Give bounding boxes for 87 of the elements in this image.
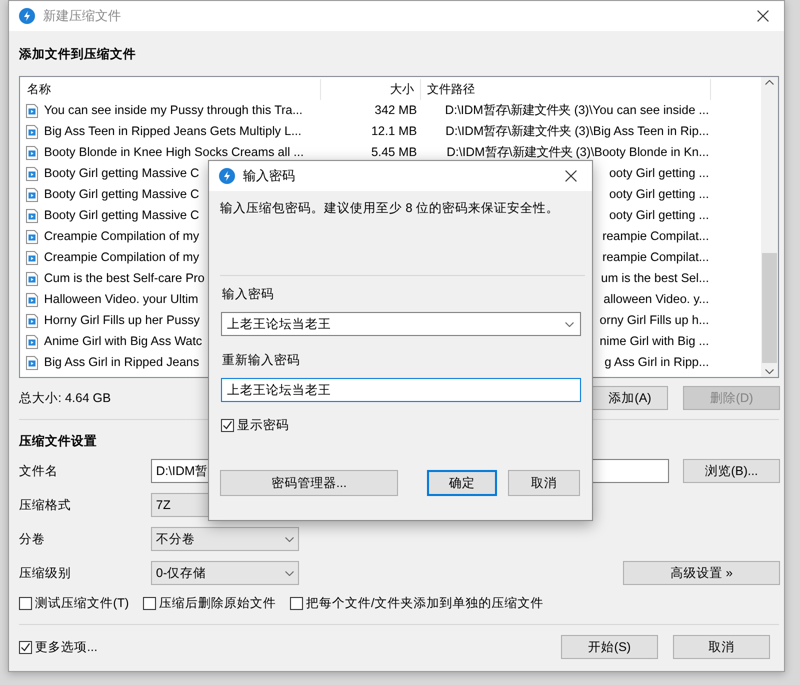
checkbox[interactable] — [290, 596, 303, 610]
setting-label: 压缩格式 — [19, 498, 72, 512]
cancel-button[interactable]: 取消 — [673, 635, 770, 659]
checkbox[interactable] — [19, 640, 32, 654]
setting-label: 压缩级别 — [19, 566, 72, 580]
close-icon — [565, 170, 577, 182]
dropdown[interactable]: 0-仅存储 — [151, 561, 299, 585]
file-name-cell: You can see inside my Pussy through this Tra... — [44, 103, 303, 118]
file-path-cell: alloween Video. y... — [603, 292, 709, 307]
video-file-icon — [26, 166, 38, 180]
video-file-icon — [26, 146, 38, 160]
password-manager-button[interactable]: 密码管理器... — [220, 470, 398, 496]
ok-button[interactable]: 确定 — [427, 470, 497, 496]
caret-icon — [285, 570, 294, 576]
file-name-cell: Booty Girl getting Massive C — [44, 208, 200, 223]
file-path-cell: D:\IDM暂存\新建文件夹 (3)\Big Ass Teen in Rip... — [445, 124, 709, 139]
checkbox-label: 压缩后删除原始文件 — [158, 596, 276, 610]
file-name-cell: Booty Girl getting Massive C — [44, 187, 200, 202]
setting-label: 分卷 — [19, 532, 46, 546]
file-path-cell: um is the best Sel... — [601, 271, 709, 286]
file-name-cell: Anime Girl with Big Ass Watc — [44, 334, 202, 349]
total-size-text: 总大小: 4.64 GB — [19, 390, 111, 406]
file-name-cell: Halloween Video. your Ultim — [44, 292, 198, 307]
file-path-cell: reampie Compilat... — [602, 229, 709, 244]
dropdown[interactable]: 不分卷 — [151, 527, 299, 551]
checkbox[interactable] — [142, 596, 156, 610]
scrollbar[interactable] — [761, 77, 778, 377]
setting-label: 文件名 — [19, 464, 59, 478]
checkbox-label: 显示密码 — [237, 418, 289, 433]
browse-button[interactable]: 浏览(B)... — [683, 459, 780, 483]
confirm-password-field[interactable]: 上老王论坛当老王 — [222, 379, 580, 401]
dialog-description: 输入压缩包密码。建议使用至少 8 位的密码来保证安全性。 — [220, 201, 560, 216]
file-path-cell: orny Girl Fills up h... — [600, 313, 709, 328]
file-name-cell: Booty Blonde in Knee High Socks Creams all ... — [44, 145, 304, 160]
video-file-icon — [26, 230, 38, 244]
file-path-cell: nime Girl with Big ... — [600, 334, 709, 349]
caret-icon — [565, 322, 574, 327]
window-title: 新建压缩文件 — [43, 7, 122, 25]
checkbox[interactable] — [19, 596, 32, 610]
lightning-logo-icon — [19, 8, 35, 24]
file-path-cell: reampie Compilat... — [602, 250, 709, 265]
video-file-icon — [26, 188, 38, 202]
advanced-settings-button[interactable]: 高级设置 » — [623, 561, 780, 585]
video-file-icon — [26, 272, 38, 286]
file-path-cell: g Ass Girl in Ripp... — [604, 355, 709, 370]
confirm-password-label: 重新输入密码 — [222, 353, 301, 368]
file-name-cell: Big Ass Girl in Ripped Jeans — [44, 355, 200, 370]
column-header[interactable]: 大小 — [321, 79, 421, 100]
start-button[interactable]: 开始(S) — [561, 635, 658, 659]
file-name-cell: Big Ass Teen in Ripped Jeans Gets Multiply L... — [44, 124, 302, 139]
file-name-cell: Creampie Compilation of my — [44, 229, 200, 244]
column-header[interactable]: 文件路径 — [421, 79, 711, 100]
dialog-title: 输入密码 — [243, 167, 296, 185]
section-heading: 添加文件到压缩文件 — [19, 47, 136, 62]
file-path-cell: ooty Girl getting ... — [609, 187, 709, 202]
video-file-icon — [26, 334, 38, 348]
file-path-cell: ooty Girl getting ... — [609, 208, 709, 223]
file-size-cell: 342 MB — [374, 103, 417, 118]
checkbox-label: 更多选项... — [35, 640, 98, 654]
add-button[interactable]: 添加(A) — [592, 386, 668, 410]
password-combo-field[interactable]: 上老王论坛当老王 — [222, 313, 580, 335]
video-file-icon — [26, 314, 38, 328]
file-size-cell: 5.45 MB — [371, 145, 417, 160]
file-path-cell: D:\IDM暂存\新建文件夹 (3)\Booty Blonde in Kn... — [446, 145, 709, 160]
checkbox-label: 测试压缩文件(T) — [35, 596, 129, 610]
video-file-icon — [26, 250, 38, 264]
checkbox-label: 把每个文件/文件夹添加到单独的压缩文件 — [306, 596, 544, 610]
video-file-icon — [26, 104, 38, 118]
file-path-cell: D:\IDM暂存\新建文件夹 (3)\You can see inside ... — [445, 103, 709, 118]
cancel-button[interactable]: 取消 — [508, 470, 580, 496]
file-path-cell: ooty Girl getting ... — [609, 166, 709, 181]
file-name-cell: Booty Girl getting Massive C — [44, 166, 200, 181]
column-header[interactable]: 名称 — [21, 79, 321, 100]
section-heading: 压缩文件设置 — [19, 434, 97, 449]
file-size-cell: 12.1 MB — [371, 124, 417, 139]
file-name-cell: Horny Girl Fills up her Pussy — [44, 313, 200, 328]
video-file-icon — [26, 124, 38, 138]
video-file-icon — [26, 208, 38, 222]
video-file-icon — [26, 356, 38, 370]
video-file-icon — [26, 292, 38, 306]
password-label: 输入密码 — [222, 287, 275, 302]
file-name-cell: Creampie Compilation of my — [44, 250, 200, 265]
file-name-cell: Cum is the best Self-care Pro — [44, 271, 205, 286]
close-icon — [757, 10, 769, 22]
lightning-logo-icon — [219, 168, 235, 184]
caret-icon — [285, 536, 294, 542]
checkbox[interactable] — [221, 419, 234, 432]
